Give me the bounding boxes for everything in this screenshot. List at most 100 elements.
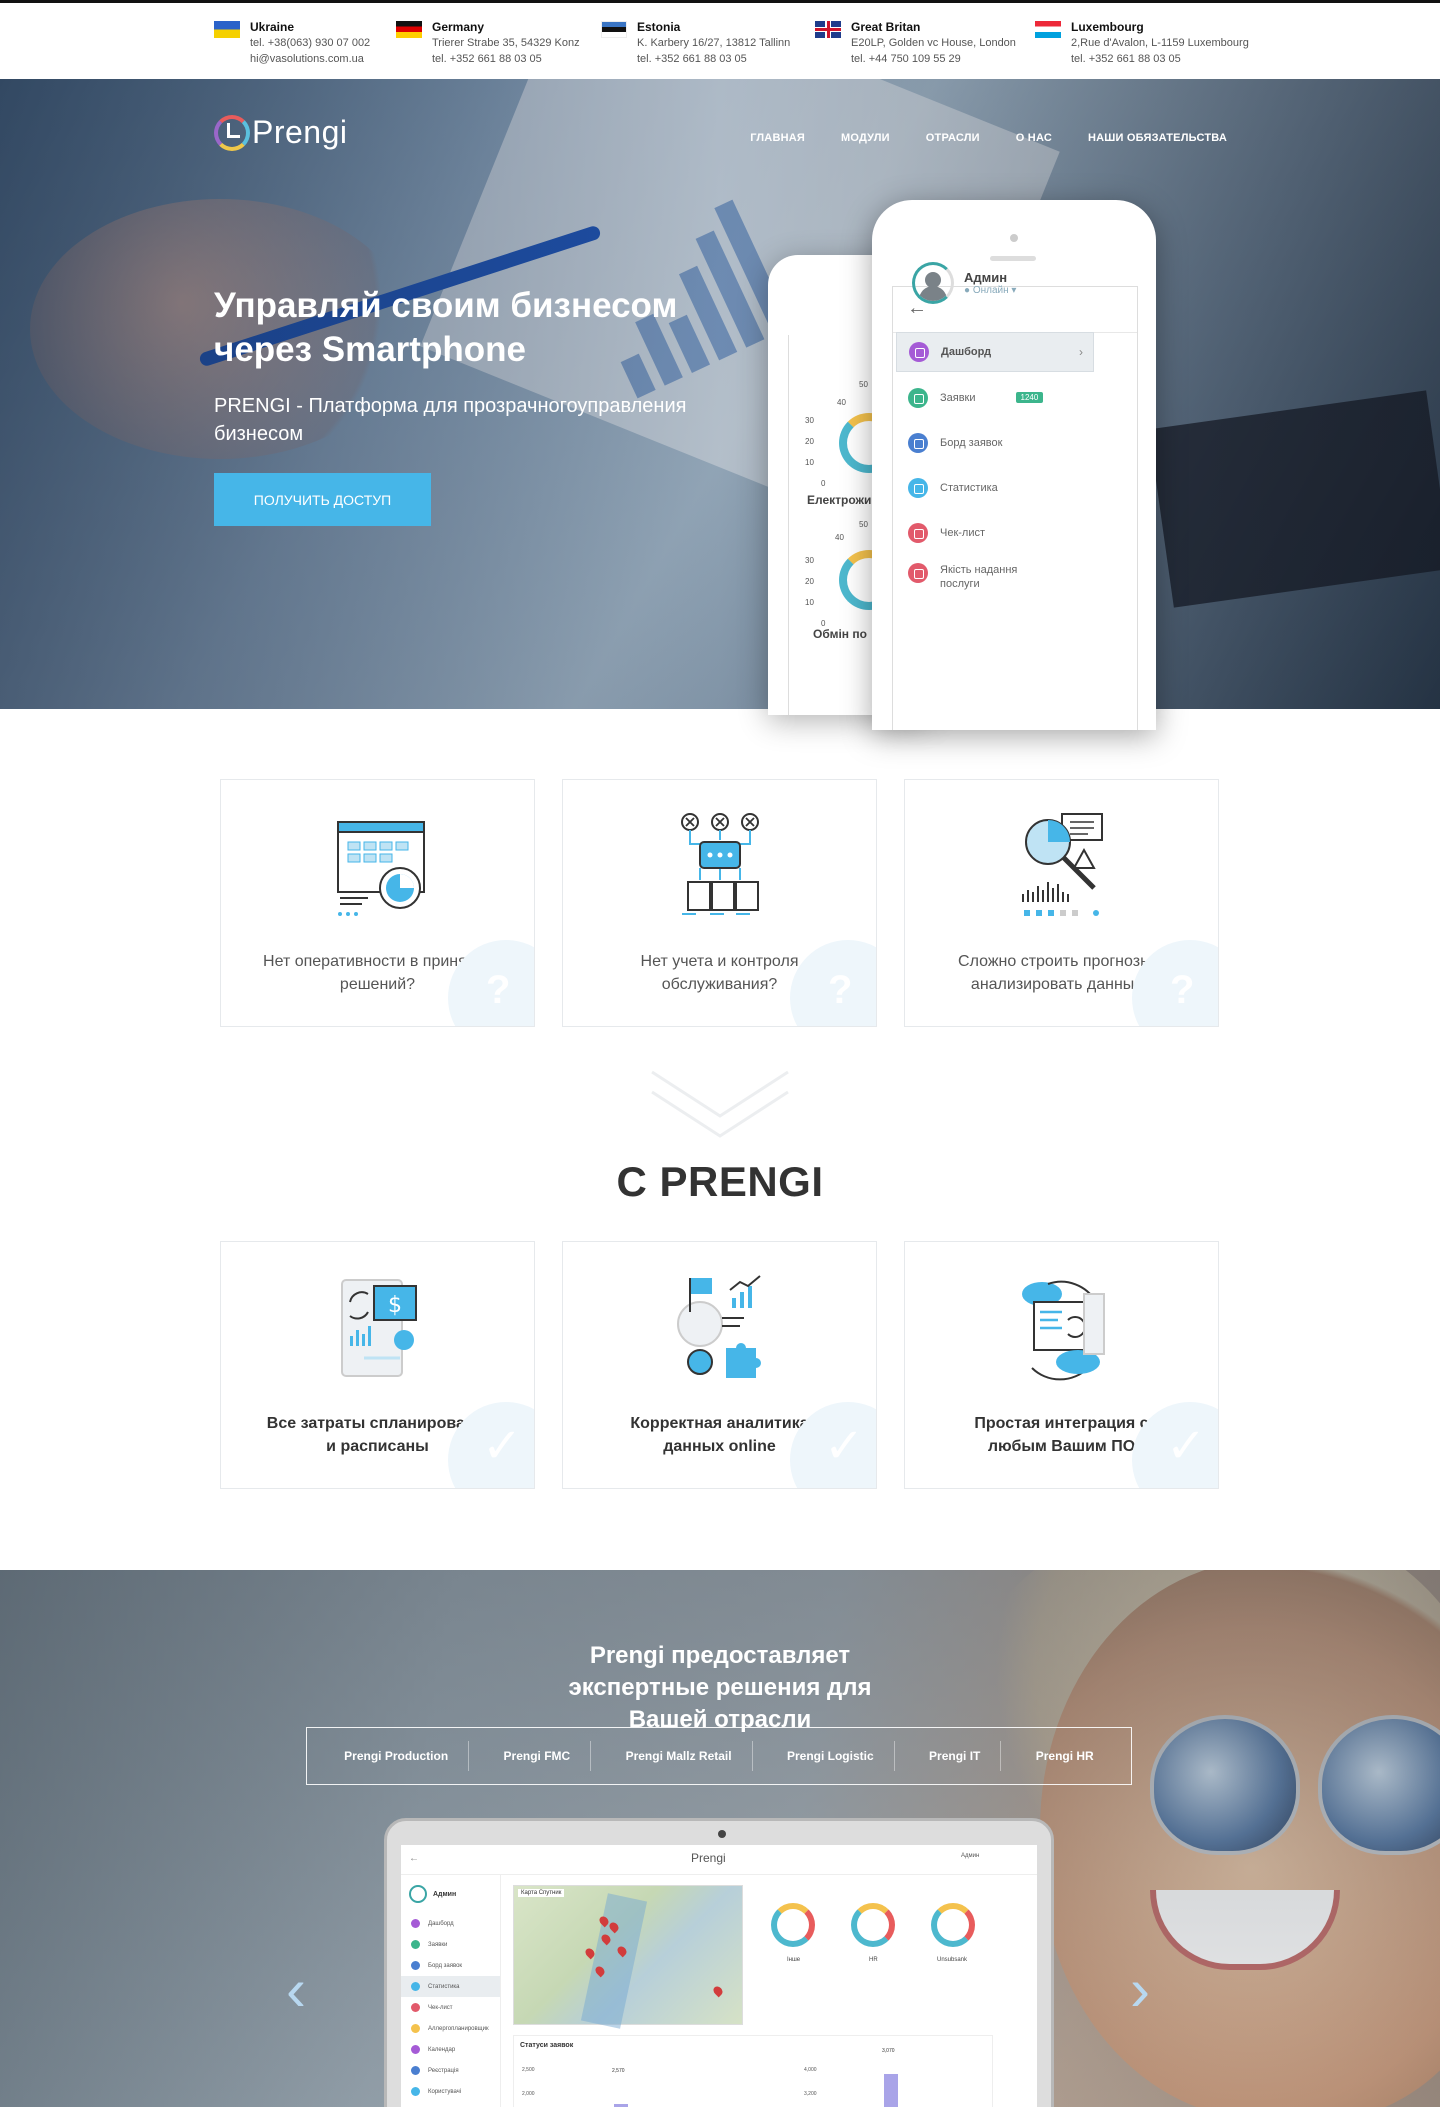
back-arrow-icon[interactable]: ← — [409, 1853, 419, 1864]
office-phone[interactable]: tel. +352 661 88 03 05 — [1071, 51, 1249, 67]
laptop-menu-item[interactable]: Користувачі — [401, 2081, 500, 2102]
main-nav: ГЛАВНАЯ МОДУЛИ ОТРАСЛИ О НАС НАШИ ОБЯЗАТ… — [750, 132, 1227, 144]
menu-dot-icon — [411, 1982, 420, 1991]
laptop-menu-item[interactable]: Борд заявок — [401, 1955, 500, 1976]
user-status[interactable]: ● Онлайн ▾ — [964, 285, 1016, 296]
office-country: Germany — [432, 20, 485, 34]
industry-tabs: Prengi Production Prengi FMC Prengi Mall… — [306, 1727, 1132, 1785]
menu-item-requests[interactable]: Заявки 1240 — [896, 375, 1094, 420]
menu-dot-icon — [411, 1919, 420, 1928]
menu-dot-icon — [411, 1940, 420, 1949]
next-arrow-icon[interactable]: › — [1130, 1955, 1150, 2024]
analytics-magnifier-icon — [1021, 813, 1103, 916]
problem-card: Нет оперативности в принятии решений? ? — [220, 779, 535, 1027]
nav-about[interactable]: О НАС — [1016, 132, 1052, 144]
office-country: Great Britan — [851, 20, 921, 34]
germany-flag-icon — [396, 21, 422, 38]
network-control-icon — [680, 813, 759, 915]
logo[interactable]: Prengi — [214, 114, 348, 151]
nav-modules[interactable]: МОДУЛИ — [841, 132, 890, 144]
laptop-menu-item[interactable]: Реєстрація — [401, 2060, 500, 2081]
laptop-status-chart: Статуси заявок 2,500 2,000 4,000 3,200 2,5… — [513, 2035, 993, 2107]
laptop-screen: ← Prengi Админ Админ Дашборд Заявки Борд… — [401, 1845, 1037, 2107]
tab-logistic[interactable]: Prengi Logistic — [767, 1741, 895, 1771]
requests-count-badge: 1240 — [1015, 392, 1044, 403]
nav-home[interactable]: ГЛАВНАЯ — [750, 132, 805, 144]
problem-card: Сложно строить прогнозы и анализировать … — [904, 779, 1219, 1027]
laptop-menu-item[interactable]: Заявки — [401, 1934, 500, 1955]
service-quality-icon — [908, 563, 928, 583]
nav-industries[interactable]: ОТРАСЛИ — [926, 132, 980, 144]
logo-text: Prengi — [252, 114, 348, 150]
uk-flag-icon — [815, 21, 841, 38]
laptop-menu-item[interactable]: Статистика — [401, 1976, 500, 1997]
menu-item-board[interactable]: Борд заявок — [896, 420, 1094, 465]
contacts-bar: Ukraine tel. +38(063) 930 07 002 hi@vaso… — [0, 0, 1440, 79]
avatar — [409, 1885, 427, 1903]
gauge-label: Unsubsank — [937, 1957, 968, 1963]
costs-planning-icon: $ — [340, 1279, 417, 1377]
menu-dot-icon — [411, 2024, 420, 2033]
office-country: Estonia — [637, 20, 681, 34]
laptop-map[interactable]: Карта Спутник — [513, 1885, 743, 2029]
hero-subtitle: PRENGI - Платформа для прозрачногоуправл… — [214, 395, 687, 445]
chart-bar — [884, 2074, 898, 2107]
laptop-logo: Prengi — [691, 1851, 726, 1865]
laptop-sidebar: Админ Дашборд Заявки Борд заявок Статист… — [401, 1875, 501, 2107]
tab-hr[interactable]: Prengi HR — [1016, 1741, 1114, 1771]
laptop-user: Админ — [961, 1853, 980, 1859]
get-access-button[interactable]: ПОЛУЧИТЬ ДОСТУП — [214, 473, 431, 526]
menu-item-dashboard[interactable]: Дашборд › — [896, 332, 1094, 372]
office-phone[interactable]: tel. +38(063) 930 07 002 — [250, 35, 370, 51]
menu-item-statistics[interactable]: Статистика — [896, 465, 1094, 510]
solution-cards: $ Все затраты спланированы и расписаны ✓… — [220, 1241, 1220, 1489]
laptop-menu-item[interactable]: Календар — [401, 2039, 500, 2060]
chart-title: Статуси заявок — [520, 2042, 574, 2049]
hero-title: Управляй своим бизнесом через Smartphone — [214, 286, 678, 369]
menu-dot-icon — [411, 2087, 420, 2096]
solution-card: $ Все затраты спланированы и расписаны ✓ — [220, 1241, 535, 1489]
office-phone[interactable]: tel. +352 661 88 03 05 — [432, 51, 580, 67]
tab-mallz-retail[interactable]: Prengi Mallz Retail — [606, 1741, 753, 1771]
office-germany: Germany Trierer Strabe 35, 54329 Konz te… — [396, 19, 580, 67]
data-analytics-icon — [676, 1275, 761, 1378]
ukraine-flag-icon — [214, 21, 240, 38]
office-phone[interactable]: tel. +44 750 109 55 29 — [851, 51, 1016, 67]
industries-section: Prengi предоставляет экспертные решения … — [0, 1570, 1440, 2107]
office-country: Ukraine — [250, 20, 295, 34]
laptop-menu-item[interactable]: Аллергопланировщик — [401, 2018, 500, 2039]
tab-it[interactable]: Prengi IT — [909, 1741, 1002, 1771]
office-address: E20LP, Golden vc House, London — [851, 37, 1016, 49]
gauge-label: Електрожи — [807, 493, 872, 507]
laptop-menu-item[interactable]: Чек-лист — [401, 1997, 500, 2018]
map-river — [580, 1893, 648, 2029]
office-address: K. Karbery 16/27, 13812 Tallinn — [637, 37, 791, 49]
map-type-tabs[interactable]: Карта Спутник — [518, 1889, 565, 1897]
laptop-menu-item[interactable]: Дашборд — [401, 1913, 500, 1934]
nav-commitments[interactable]: НАШИ ОБЯЗАТЕЛЬСТВА — [1088, 132, 1227, 144]
chevron-right-icon: › — [1079, 345, 1083, 359]
luxembourg-flag-icon — [1035, 21, 1061, 38]
office-ukraine: Ukraine tel. +38(063) 930 07 002 hi@vaso… — [214, 19, 370, 67]
menu-dot-icon — [411, 1961, 420, 1970]
map-pin-icon[interactable] — [711, 1984, 725, 1998]
tab-production[interactable]: Prengi Production — [324, 1741, 470, 1771]
office-email[interactable]: hi@vasolutions.com.ua — [250, 51, 370, 67]
tab-fmc[interactable]: Prengi FMC — [484, 1741, 592, 1771]
phone-menu: Дашборд › Заявки 1240 Борд заявок Статис… — [896, 332, 1094, 600]
office-uk: Great Britan E20LP, Golden vc House, Lon… — [815, 19, 1016, 67]
menu-item-checklist[interactable]: Чек-лист — [896, 510, 1094, 555]
office-address: Trierer Strabe 35, 54329 Konz — [432, 37, 580, 49]
phone-mockup-front: ← Админ ● Онлайн ▾ Дашборд › Заявки 1240… — [872, 200, 1156, 730]
gauge-icon — [771, 1903, 815, 1947]
gauge-label: HR — [869, 1957, 878, 1963]
prev-arrow-icon[interactable]: ‹ — [286, 1955, 306, 2024]
user-name: Админ — [964, 270, 1008, 285]
office-estonia: Estonia K. Karbery 16/27, 13812 Tallinn … — [601, 19, 790, 67]
checklist-icon — [908, 522, 928, 543]
office-phone[interactable]: tel. +352 661 88 03 05 — [637, 51, 790, 67]
office-country: Luxembourg — [1071, 20, 1144, 34]
menu-item-service-quality[interactable]: Якість надання послуги — [896, 555, 1094, 600]
gauge-label: Інше — [787, 1957, 801, 1963]
board-icon — [908, 432, 928, 453]
